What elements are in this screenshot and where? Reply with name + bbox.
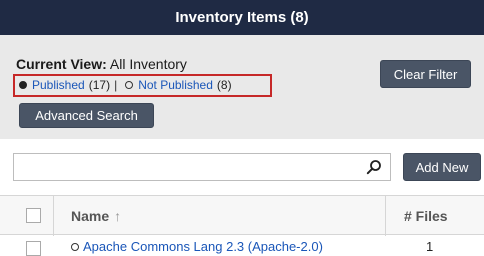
row-name-cell: Apache Commons Lang 2.3 (Apache-2.0) xyxy=(71,239,323,254)
search-field[interactable] xyxy=(13,153,391,181)
name-column-header[interactable]: Name ↑ xyxy=(71,208,121,224)
not-published-status-icon xyxy=(71,242,79,251)
filter-separator: | xyxy=(114,78,118,92)
select-all-checkbox[interactable] xyxy=(26,208,41,223)
filter-panel: Current View: All Inventory Published (1… xyxy=(0,35,484,139)
publish-filter: Published (17) | Not Published (8) xyxy=(19,78,232,92)
column-divider xyxy=(53,196,54,236)
files-column-header[interactable]: # Files xyxy=(404,208,448,224)
name-header-label: Name xyxy=(71,208,110,224)
table-row: Apache Commons Lang 2.3 (Apache-2.0) 1 xyxy=(0,235,484,256)
published-count: (17) xyxy=(88,78,111,92)
sort-up-arrow-icon[interactable]: ↑ xyxy=(114,208,121,224)
advanced-search-button[interactable]: Advanced Search xyxy=(19,103,154,128)
page-title-bar: Inventory Items (8) xyxy=(0,0,484,35)
current-view-label: Current View: xyxy=(16,56,107,72)
current-view-value: All Inventory xyxy=(109,56,187,72)
current-view: Current View: All Inventory xyxy=(16,56,187,72)
not-published-radio-icon[interactable] xyxy=(125,81,134,89)
row-files-cell: 1 xyxy=(426,239,434,254)
page-title: Inventory Items (8) xyxy=(175,9,309,26)
published-radio-icon[interactable] xyxy=(19,81,27,89)
not-published-filter-link[interactable]: Not Published xyxy=(138,78,213,92)
published-filter-link[interactable]: Published xyxy=(32,78,85,92)
search-icon[interactable] xyxy=(366,159,382,175)
add-new-button[interactable]: Add New xyxy=(403,153,481,181)
not-published-count: (8) xyxy=(216,78,232,92)
row-name-link[interactable]: Apache Commons Lang 2.3 (Apache-2.0) xyxy=(83,239,323,254)
clear-filter-button[interactable]: Clear Filter xyxy=(380,60,471,88)
table-header: Name ↑ # Files xyxy=(0,195,484,236)
column-divider xyxy=(385,196,386,236)
